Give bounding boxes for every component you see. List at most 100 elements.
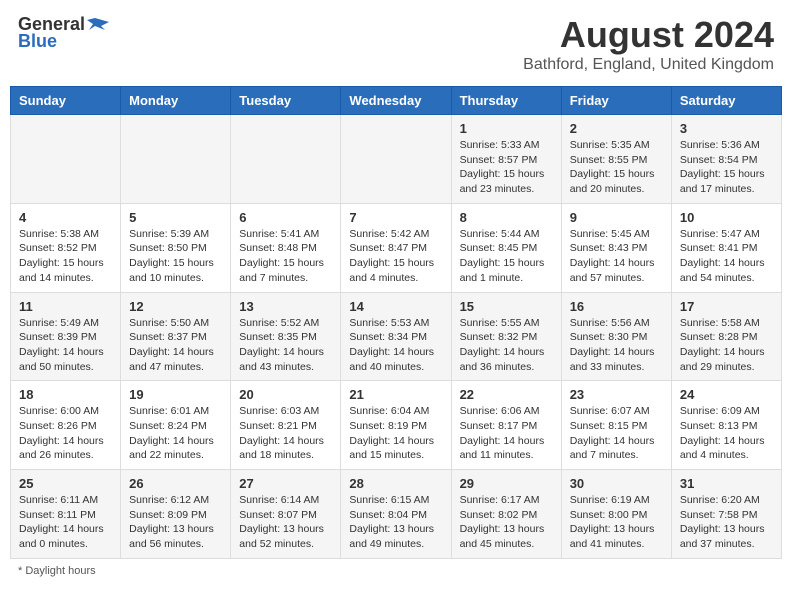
calendar-cell: 19Sunrise: 6:01 AM Sunset: 8:24 PM Dayli… <box>121 381 231 470</box>
calendar-cell: 4 Sunrise: 5:38 AM Sunset: 8:52 PM Daylig… <box>11 203 121 292</box>
calendar-cell: 29 Sunrise: 6:17 AM Sunset: 8:02 PM Dayli… <box>451 470 561 559</box>
day-info: Sunrise: 5:35 AM Sunset: 8:55 PM Dayligh… <box>570 138 663 197</box>
calendar-week-row-4: 18Sunrise: 6:00 AM Sunset: 8:26 PM Dayli… <box>11 381 782 470</box>
calendar-cell: 16 Sunrise: 5:56 AM Sunset: 8:30 PM Dayli… <box>561 292 671 381</box>
day-info: Sunrise: 6:20 AM Sunset: 7:58 PM Dayligh… <box>680 493 773 552</box>
calendar-cell: 8 Sunrise: 5:44 AM Sunset: 8:45 PM Daylig… <box>451 203 561 292</box>
day-number: 12 <box>129 299 222 314</box>
day-number: 31 <box>680 476 773 491</box>
day-number: 13 <box>239 299 332 314</box>
day-info: Sunrise: 6:11 AM Sunset: 8:11 PM Dayligh… <box>19 493 112 552</box>
calendar-cell: 25 Sunrise: 6:11 AM Sunset: 8:11 PM Dayli… <box>11 470 121 559</box>
day-number: 25 <box>19 476 112 491</box>
day-number: 23 <box>570 387 663 402</box>
day-info: Sunrise: 5:36 AM Sunset: 8:54 PM Dayligh… <box>680 138 773 197</box>
header-thursday: Thursday <box>451 87 561 115</box>
day-info: Sunrise: 5:42 AM Sunset: 8:47 PM Dayligh… <box>349 227 442 286</box>
logo-bird-icon <box>87 16 109 34</box>
day-info: Sunrise: 6:07 AM Sunset: 8:15 PM Dayligh… <box>570 404 663 463</box>
calendar-cell: 31 Sunrise: 6:20 AM Sunset: 7:58 PM Dayli… <box>671 470 781 559</box>
day-info: Sunrise: 5:38 AM Sunset: 8:52 PM Dayligh… <box>19 227 112 286</box>
day-number: 5 <box>129 210 222 225</box>
calendar-cell: 17Sunrise: 5:58 AM Sunset: 8:28 PM Dayli… <box>671 292 781 381</box>
calendar-cell: 20 Sunrise: 6:03 AM Sunset: 8:21 PM Dayli… <box>231 381 341 470</box>
day-info: Sunrise: 6:03 AM Sunset: 8:21 PM Dayligh… <box>239 404 332 463</box>
header-sunday: Sunday <box>11 87 121 115</box>
day-info: Sunrise: 6:01 AM Sunset: 8:24 PM Dayligh… <box>129 404 222 463</box>
calendar-cell <box>231 115 341 204</box>
calendar-cell <box>341 115 451 204</box>
calendar-cell: 3 Sunrise: 5:36 AM Sunset: 8:54 PM Daylig… <box>671 115 781 204</box>
logo: General Blue <box>18 14 109 52</box>
day-number: 4 <box>19 210 112 225</box>
days-header-row: Sunday Monday Tuesday Wednesday Thursday… <box>11 87 782 115</box>
day-info: Sunrise: 6:17 AM Sunset: 8:02 PM Dayligh… <box>460 493 553 552</box>
calendar-cell <box>121 115 231 204</box>
calendar-cell <box>11 115 121 204</box>
calendar-cell: 28 Sunrise: 6:15 AM Sunset: 8:04 PM Dayli… <box>341 470 451 559</box>
day-info: Sunrise: 6:19 AM Sunset: 8:00 PM Dayligh… <box>570 493 663 552</box>
calendar-cell: 7 Sunrise: 5:42 AM Sunset: 8:47 PM Daylig… <box>341 203 451 292</box>
header-friday: Friday <box>561 87 671 115</box>
day-info: Sunrise: 5:50 AM Sunset: 8:37 PM Dayligh… <box>129 316 222 375</box>
day-info: Sunrise: 5:53 AM Sunset: 8:34 PM Dayligh… <box>349 316 442 375</box>
calendar-cell: 6Sunrise: 5:41 AM Sunset: 8:48 PM Daylig… <box>231 203 341 292</box>
day-number: 28 <box>349 476 442 491</box>
day-number: 26 <box>129 476 222 491</box>
calendar-week-row-3: 11 Sunrise: 5:49 AM Sunset: 8:39 PM Dayli… <box>11 292 782 381</box>
calendar-cell: 27Sunrise: 6:14 AM Sunset: 8:07 PM Dayli… <box>231 470 341 559</box>
day-info: Sunrise: 5:39 AM Sunset: 8:50 PM Dayligh… <box>129 227 222 286</box>
calendar-cell: 11 Sunrise: 5:49 AM Sunset: 8:39 PM Dayli… <box>11 292 121 381</box>
day-number: 2 <box>570 121 663 136</box>
day-info: Sunrise: 5:44 AM Sunset: 8:45 PM Dayligh… <box>460 227 553 286</box>
day-number: 10 <box>680 210 773 225</box>
calendar-cell: 14 Sunrise: 5:53 AM Sunset: 8:34 PM Dayli… <box>341 292 451 381</box>
location-subtitle: Bathford, England, United Kingdom <box>523 56 774 74</box>
calendar-table: Sunday Monday Tuesday Wednesday Thursday… <box>10 86 782 559</box>
calendar-cell: 23 Sunrise: 6:07 AM Sunset: 8:15 PM Dayli… <box>561 381 671 470</box>
day-number: 22 <box>460 387 553 402</box>
day-info: Sunrise: 5:49 AM Sunset: 8:39 PM Dayligh… <box>19 316 112 375</box>
month-year-title: August 2024 <box>523 14 774 56</box>
calendar-cell: 15Sunrise: 5:55 AM Sunset: 8:32 PM Dayli… <box>451 292 561 381</box>
day-info: Sunrise: 6:12 AM Sunset: 8:09 PM Dayligh… <box>129 493 222 552</box>
day-number: 20 <box>239 387 332 402</box>
calendar-week-row-1: 1 Sunrise: 5:33 AM Sunset: 8:57 PM Daylig… <box>11 115 782 204</box>
calendar-cell: 26 Sunrise: 6:12 AM Sunset: 8:09 PM Dayli… <box>121 470 231 559</box>
day-info: Sunrise: 5:58 AM Sunset: 8:28 PM Dayligh… <box>680 316 773 375</box>
calendar-cell: 10Sunrise: 5:47 AM Sunset: 8:41 PM Dayli… <box>671 203 781 292</box>
day-number: 21 <box>349 387 442 402</box>
calendar-cell: 13Sunrise: 5:52 AM Sunset: 8:35 PM Dayli… <box>231 292 341 381</box>
calendar-cell: 12 Sunrise: 5:50 AM Sunset: 8:37 PM Dayli… <box>121 292 231 381</box>
day-number: 6 <box>239 210 332 225</box>
day-number: 8 <box>460 210 553 225</box>
day-info: Sunrise: 6:14 AM Sunset: 8:07 PM Dayligh… <box>239 493 332 552</box>
day-info: Sunrise: 5:33 AM Sunset: 8:57 PM Dayligh… <box>460 138 553 197</box>
header: General Blue August 2024 Bathford, Engla… <box>10 10 782 78</box>
day-number: 7 <box>349 210 442 225</box>
footer-note: * Daylight hours <box>10 565 782 577</box>
day-number: 24 <box>680 387 773 402</box>
day-info: Sunrise: 5:56 AM Sunset: 8:30 PM Dayligh… <box>570 316 663 375</box>
calendar-cell: 30Sunrise: 6:19 AM Sunset: 8:00 PM Dayli… <box>561 470 671 559</box>
calendar-week-row-2: 4 Sunrise: 5:38 AM Sunset: 8:52 PM Daylig… <box>11 203 782 292</box>
header-saturday: Saturday <box>671 87 781 115</box>
header-tuesday: Tuesday <box>231 87 341 115</box>
day-info: Sunrise: 6:15 AM Sunset: 8:04 PM Dayligh… <box>349 493 442 552</box>
day-info: Sunrise: 6:06 AM Sunset: 8:17 PM Dayligh… <box>460 404 553 463</box>
day-info: Sunrise: 6:04 AM Sunset: 8:19 PM Dayligh… <box>349 404 442 463</box>
day-number: 16 <box>570 299 663 314</box>
calendar-cell: 22 Sunrise: 6:06 AM Sunset: 8:17 PM Dayli… <box>451 381 561 470</box>
day-info: Sunrise: 5:45 AM Sunset: 8:43 PM Dayligh… <box>570 227 663 286</box>
day-number: 14 <box>349 299 442 314</box>
day-number: 9 <box>570 210 663 225</box>
day-number: 29 <box>460 476 553 491</box>
day-number: 18 <box>19 387 112 402</box>
day-number: 3 <box>680 121 773 136</box>
day-number: 1 <box>460 121 553 136</box>
calendar-cell: 9 Sunrise: 5:45 AM Sunset: 8:43 PM Daylig… <box>561 203 671 292</box>
logo-blue-text: Blue <box>18 31 57 52</box>
day-number: 11 <box>19 299 112 314</box>
day-info: Sunrise: 5:55 AM Sunset: 8:32 PM Dayligh… <box>460 316 553 375</box>
calendar-cell: 24Sunrise: 6:09 AM Sunset: 8:13 PM Dayli… <box>671 381 781 470</box>
